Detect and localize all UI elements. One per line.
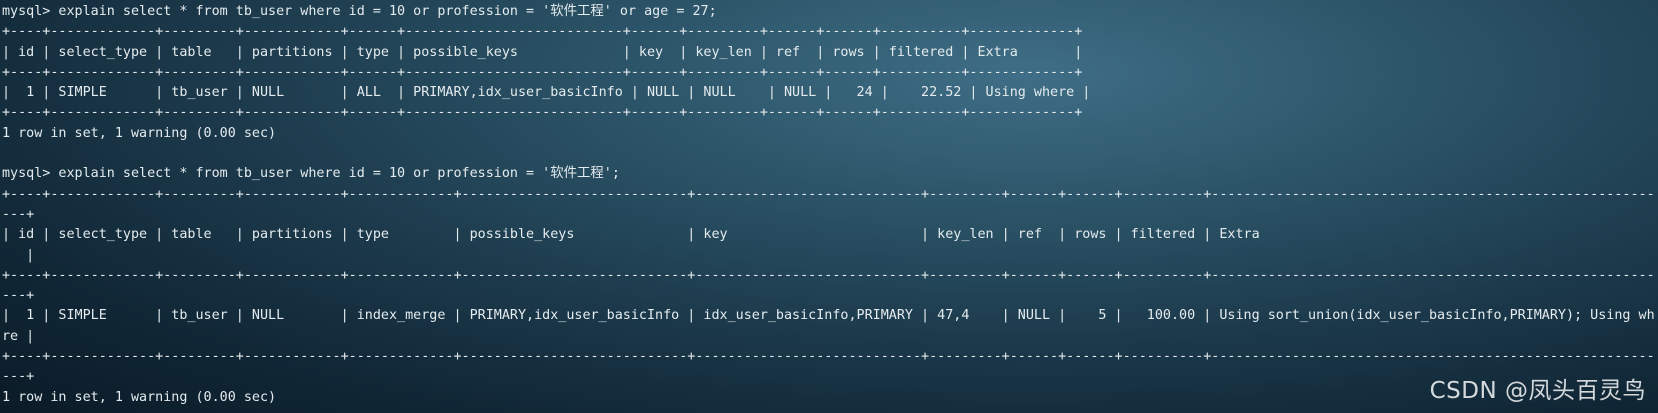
table-border: +----+-------------+---------+----------… (2, 24, 1083, 40)
table-border: +----+-------------+---------+----------… (2, 267, 1654, 283)
terminal-line-command-1: mysql> explain select * from tb_user whe… (2, 4, 717, 19)
table-border-wrap: ---+ (2, 206, 35, 222)
table-border: +----+-------------+---------+----------… (2, 349, 1654, 365)
table-border-wrap: ---+ (2, 369, 35, 385)
table-border: +----+-------------+---------+----------… (2, 186, 1654, 202)
table-header-row: | id | select_type | table | partitions … (2, 44, 1083, 60)
terminal-output[interactable]: mysql> explain select * from tb_user whe… (2, 2, 1654, 410)
table-border: +----+-------------+---------+----------… (2, 64, 1083, 80)
table-header-row: | id | select_type | table | partitions … (2, 227, 1260, 243)
terminal-line-command-2: mysql> explain select * from tb_user whe… (2, 166, 620, 182)
table-row: | 1 | SIMPLE | tb_user | NULL | index_me… (2, 308, 1654, 324)
table-header-wrap: | (2, 247, 35, 263)
result-summary: 1 row in set, 1 warning (0.00 sec) (2, 389, 277, 405)
table-row: | 1 | SIMPLE | tb_user | NULL | ALL | PR… (2, 85, 1091, 101)
table-border: +----+-------------+---------+----------… (2, 105, 1083, 121)
table-row-wrap: re | (2, 328, 35, 344)
csdn-watermark: CSDN @凤头百灵鸟 (1429, 378, 1646, 404)
table-border-wrap: ---+ (2, 288, 35, 304)
result-summary: 1 row in set, 1 warning (0.00 sec) (2, 125, 277, 141)
